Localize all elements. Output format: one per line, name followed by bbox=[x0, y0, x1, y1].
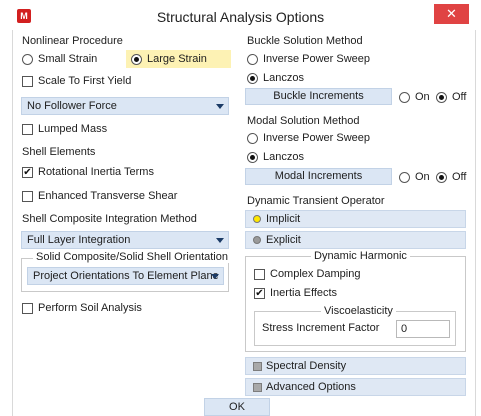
explicit-indicator-icon bbox=[253, 236, 261, 244]
spectral-density-icon bbox=[253, 362, 262, 371]
modal-lanczos-label[interactable]: Lanczos bbox=[263, 151, 304, 163]
modal-increments-on-radio[interactable] bbox=[399, 172, 410, 183]
scale-to-first-yield-label[interactable]: Scale To First Yield bbox=[38, 75, 131, 87]
lumped-mass-label[interactable]: Lumped Mass bbox=[38, 123, 107, 135]
stress-increment-input[interactable]: 0 bbox=[396, 320, 450, 338]
modal-increments-button[interactable]: Modal Increments bbox=[245, 168, 392, 185]
solid-orientation-select[interactable]: Project Orientations To Element Plane bbox=[27, 267, 224, 285]
small-strain-label[interactable]: Small Strain bbox=[38, 53, 97, 65]
explicit-option[interactable]: Explicit bbox=[245, 231, 466, 249]
buckle-increments-off-radio[interactable] bbox=[436, 92, 447, 103]
soil-analysis-label[interactable]: Perform Soil Analysis bbox=[38, 302, 142, 314]
buckle-lanczos-label[interactable]: Lanczos bbox=[263, 72, 304, 84]
shell-composite-heading: Shell Composite Integration Method bbox=[22, 213, 197, 225]
spectral-density-bar[interactable]: Spectral Density bbox=[245, 357, 466, 375]
soil-analysis-checkbox[interactable] bbox=[22, 303, 33, 314]
buckle-increments-on-label[interactable]: On bbox=[415, 91, 430, 103]
title-bar: M Structural Analysis Options ✕ bbox=[0, 0, 481, 30]
shell-composite-select[interactable]: Full Layer Integration bbox=[21, 231, 229, 249]
buckle-inverse-power-label[interactable]: Inverse Power Sweep bbox=[263, 53, 370, 65]
modal-heading: Modal Solution Method bbox=[247, 115, 360, 127]
buckle-heading: Buckle Solution Method bbox=[247, 35, 363, 47]
large-strain-radio[interactable] bbox=[131, 54, 142, 65]
close-button[interactable]: ✕ bbox=[434, 4, 469, 24]
follower-force-value: No Follower Force bbox=[27, 100, 117, 112]
nonlinear-heading: Nonlinear Procedure bbox=[22, 35, 123, 47]
modal-inverse-power-label[interactable]: Inverse Power Sweep bbox=[263, 132, 370, 144]
buckle-increments-button[interactable]: Buckle Increments bbox=[245, 88, 392, 105]
scale-to-first-yield-checkbox[interactable] bbox=[22, 76, 33, 87]
small-strain-radio[interactable] bbox=[22, 54, 33, 65]
chevron-down-icon bbox=[211, 274, 219, 279]
lumped-mass-checkbox[interactable] bbox=[22, 124, 33, 135]
complex-damping-label[interactable]: Complex Damping bbox=[270, 268, 360, 280]
solid-orientation-title: Solid Composite/Solid Shell Orientation bbox=[33, 251, 231, 263]
modal-inverse-power-radio[interactable] bbox=[247, 133, 258, 144]
implicit-indicator-icon bbox=[253, 215, 261, 223]
dynamic-harmonic-title: Dynamic Harmonic bbox=[311, 250, 410, 262]
stress-increment-label: Stress Increment Factor bbox=[262, 322, 380, 334]
advanced-options-bar[interactable]: Advanced Options bbox=[245, 378, 466, 396]
advanced-options-icon bbox=[253, 383, 262, 392]
shell-elements-heading: Shell Elements bbox=[22, 146, 96, 158]
solid-orientation-value: Project Orientations To Element Plane bbox=[33, 270, 219, 282]
buckle-increments-off-label[interactable]: Off bbox=[452, 91, 466, 103]
ok-button[interactable]: OK bbox=[204, 398, 270, 416]
rotational-inertia-checkbox[interactable]: ✔ bbox=[22, 167, 33, 178]
buckle-increments-on-radio[interactable] bbox=[399, 92, 410, 103]
inertia-effects-label[interactable]: Inertia Effects bbox=[270, 287, 337, 299]
buckle-inverse-power-radio[interactable] bbox=[247, 54, 258, 65]
enhanced-shear-label[interactable]: Enhanced Transverse Shear bbox=[38, 190, 177, 202]
implicit-label: Implicit bbox=[266, 213, 301, 225]
enhanced-shear-checkbox[interactable] bbox=[22, 191, 33, 202]
shell-composite-value: Full Layer Integration bbox=[27, 234, 131, 246]
follower-force-select[interactable]: No Follower Force bbox=[21, 97, 229, 115]
advanced-options-label: Advanced Options bbox=[266, 381, 356, 393]
modal-increments-off-label[interactable]: Off bbox=[452, 171, 466, 183]
modal-lanczos-radio[interactable] bbox=[247, 152, 258, 163]
modal-increments-off-radio[interactable] bbox=[436, 172, 447, 183]
rotational-inertia-label[interactable]: Rotational Inertia Terms bbox=[38, 166, 154, 178]
buckle-lanczos-radio[interactable] bbox=[247, 73, 258, 84]
chevron-down-icon bbox=[216, 238, 224, 243]
implicit-option[interactable]: Implicit bbox=[245, 210, 466, 228]
large-strain-label[interactable]: Large Strain bbox=[147, 53, 207, 65]
complex-damping-checkbox[interactable] bbox=[254, 269, 265, 280]
spectral-density-label: Spectral Density bbox=[266, 360, 347, 372]
chevron-down-icon bbox=[216, 104, 224, 109]
viscoelasticity-title: Viscoelasticity bbox=[321, 305, 396, 317]
window-title: Structural Analysis Options bbox=[156, 9, 325, 25]
modal-increments-on-label[interactable]: On bbox=[415, 171, 430, 183]
dynamic-transient-heading: Dynamic Transient Operator bbox=[247, 195, 385, 207]
inertia-effects-checkbox[interactable]: ✔ bbox=[254, 288, 265, 299]
explicit-label: Explicit bbox=[266, 234, 301, 246]
